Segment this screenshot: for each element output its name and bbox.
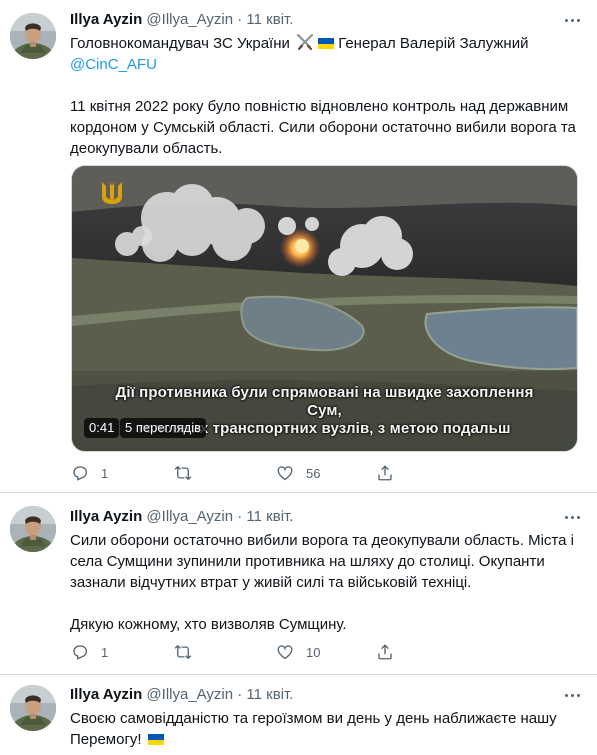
like-count: 10: [306, 644, 321, 660]
text-line: Головнокомандувач ЗС України: [70, 35, 290, 52]
author-handle[interactable]: @Illya_Ayzin: [146, 11, 233, 28]
crossed-swords-icon: [296, 33, 314, 51]
share-icon: [376, 464, 394, 482]
tweet-body: 11 квітня 2022 року було повністю віднов…: [70, 98, 581, 157]
tweet-timestamp[interactable]: 11 квіт.: [246, 686, 293, 703]
more-icon[interactable]: [563, 507, 583, 527]
video-player[interactable]: Дії противника були спрямовані на швидке…: [71, 165, 578, 452]
separator: ·: [237, 686, 243, 703]
like-button[interactable]: 10: [276, 642, 320, 662]
video-views: 5 переглядів: [120, 418, 207, 438]
reply-icon: [71, 464, 89, 482]
tweet-3[interactable]: Illya Ayzin @Illya_Ayzin · 11 квіт. Своє…: [0, 675, 597, 755]
tweet-body-text: Своєю самовідданістю та героїзмом ви ден…: [70, 710, 561, 748]
separator: ·: [237, 11, 243, 28]
ukraine-flag-icon: [147, 734, 164, 745]
reply-button[interactable]: 1: [71, 642, 108, 662]
tweet-1[interactable]: Illya Ayzin @Illya_Ayzin · 11 квіт. Голо…: [0, 0, 597, 493]
author-name[interactable]: Illya Ayzin: [70, 508, 142, 525]
like-count: 56: [306, 465, 321, 481]
share-icon: [376, 643, 394, 661]
tweet-body: Сили оборони остаточно вибили ворога та …: [70, 532, 574, 633]
like-icon: [276, 464, 294, 482]
tweet-header: Illya Ayzin @Illya_Ayzin · 11 квіт.: [70, 685, 293, 705]
reply-button[interactable]: 1: [71, 463, 108, 483]
tweet-body: Своєю самовідданістю та героїзмом ви ден…: [70, 708, 582, 750]
tweet-mention-line: @CinC_AFU: [70, 54, 582, 75]
retweet-button[interactable]: [174, 463, 192, 483]
tweet-2[interactable]: Illya Ayzin @Illya_Ayzin · 11 квіт. Сили…: [0, 493, 597, 675]
tweet-actions: 1 10: [71, 642, 511, 662]
separator: ·: [237, 508, 243, 525]
author-name[interactable]: Illya Ayzin: [70, 11, 142, 28]
text-line: Генерал Валерій Залужний: [338, 35, 529, 52]
tweet-actions: 1 56: [71, 463, 511, 483]
tweet-header: Illya Ayzin @Illya_Ayzin · 11 квіт.: [70, 507, 293, 527]
retweet-icon: [174, 464, 192, 482]
avatar[interactable]: [10, 506, 56, 552]
more-icon[interactable]: [563, 685, 583, 705]
author-name[interactable]: Illya Ayzin: [70, 686, 142, 703]
tweet-timestamp[interactable]: 11 квіт.: [246, 11, 293, 28]
reply-icon: [71, 643, 89, 661]
ukraine-flag-icon: [318, 38, 335, 49]
author-handle[interactable]: @Illya_Ayzin: [146, 508, 233, 525]
like-button[interactable]: 56: [276, 463, 320, 483]
more-icon[interactable]: [563, 10, 583, 30]
share-button[interactable]: [376, 642, 394, 662]
reply-count: 1: [101, 644, 109, 660]
tweet-header: Illya Ayzin @Illya_Ayzin · 11 квіт.: [70, 10, 293, 30]
caption-line-1: Дії противника були спрямовані на швидке…: [115, 384, 534, 419]
avatar[interactable]: [10, 685, 56, 731]
reply-count: 1: [101, 465, 109, 481]
author-handle[interactable]: @Illya_Ayzin: [146, 686, 233, 703]
avatar[interactable]: [10, 13, 56, 59]
video-duration: 0:41: [84, 418, 120, 438]
retweet-icon: [174, 643, 192, 661]
tweet-text: Головнокомандувач ЗС України Генерал Вал…: [70, 33, 582, 54]
tweet-timestamp[interactable]: 11 квіт.: [246, 508, 293, 525]
mention-link[interactable]: @CinC_AFU: [70, 56, 157, 73]
like-icon: [276, 643, 294, 661]
retweet-button[interactable]: [174, 642, 192, 662]
share-button[interactable]: [376, 463, 394, 483]
